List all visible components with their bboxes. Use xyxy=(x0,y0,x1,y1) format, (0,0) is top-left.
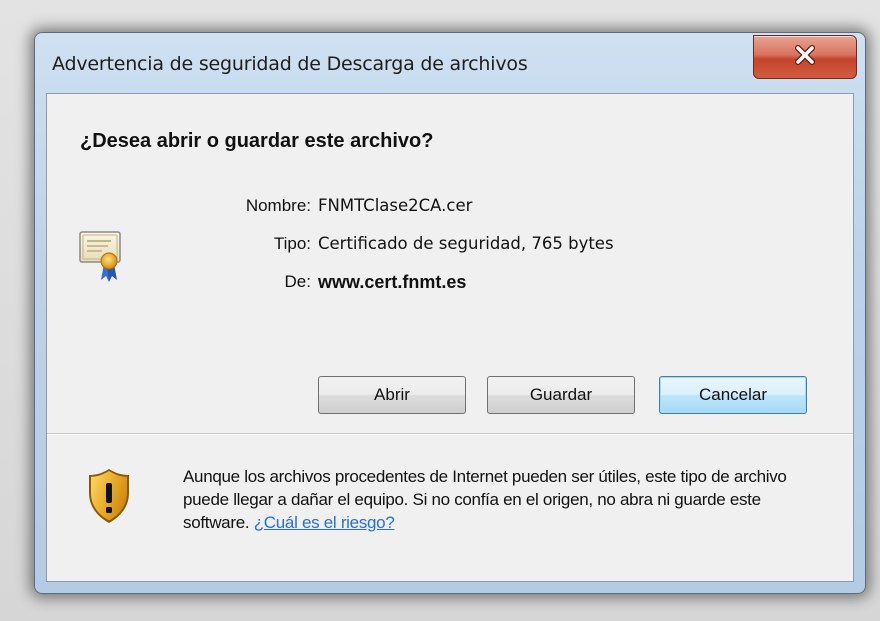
open-button[interactable]: Abrir xyxy=(318,376,466,414)
file-name-value: FNMTClase2CA.cer xyxy=(318,196,473,215)
warning-section: Aunque los archivos procedentes de Inter… xyxy=(47,435,853,581)
file-type-label: Tipo: xyxy=(273,234,311,253)
shield-warning-icon xyxy=(87,467,131,530)
file-info-section: ¿Desea abrir o guardar este archivo? Nom… xyxy=(47,94,853,433)
dialog-question: ¿Desea abrir o guardar este archivo? xyxy=(80,130,434,152)
dialog-body: ¿Desea abrir o guardar este archivo? Nom… xyxy=(46,93,854,582)
cancel-button[interactable]: Cancelar xyxy=(659,376,807,414)
close-button[interactable] xyxy=(753,35,857,79)
file-name-row: Nombre: FNMTClase2CA.cer xyxy=(137,196,817,226)
file-type-row: Tipo: Certificado de seguridad, 765 byte… xyxy=(137,234,817,264)
close-icon xyxy=(794,44,816,70)
file-source-label: De: xyxy=(284,272,311,291)
file-name-label: Nombre: xyxy=(245,196,311,215)
save-button[interactable]: Guardar xyxy=(487,376,635,414)
window-title: Advertencia de seguridad de Descarga de … xyxy=(52,53,528,75)
file-source-row: De: www.cert.fnmt.es xyxy=(137,272,817,302)
download-security-dialog: Advertencia de seguridad de Descarga de … xyxy=(34,32,866,594)
warning-message: Aunque los archivos procedentes de Inter… xyxy=(183,465,823,534)
file-source-value: www.cert.fnmt.es xyxy=(318,272,467,292)
risk-info-link[interactable]: ¿Cuál es el riesgo? xyxy=(254,513,395,532)
file-type-value: Certificado de seguridad, 765 bytes xyxy=(318,234,614,253)
title-bar[interactable]: Advertencia de seguridad de Descarga de … xyxy=(35,33,865,95)
certificate-icon xyxy=(78,230,124,291)
